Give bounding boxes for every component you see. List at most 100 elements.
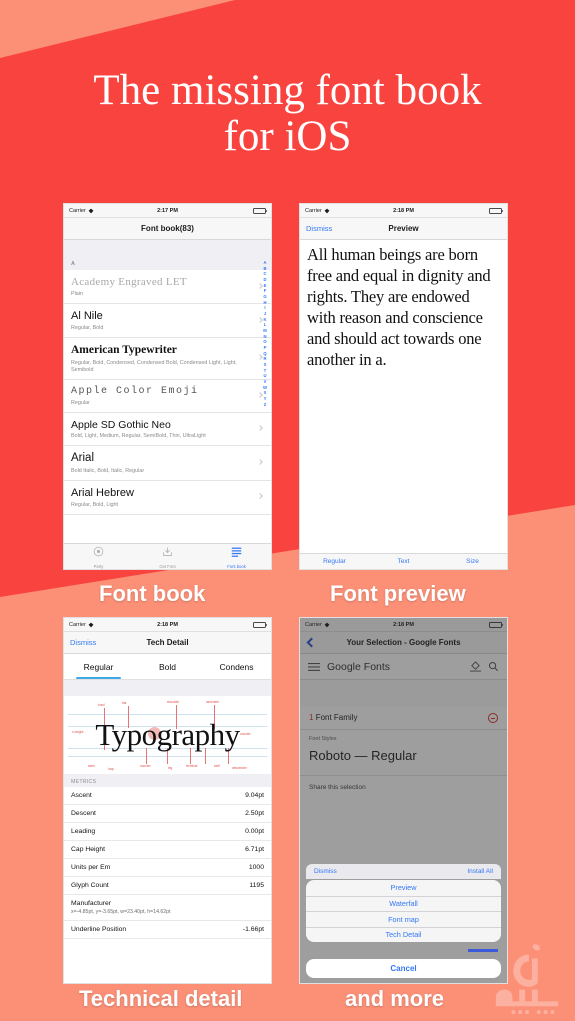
sheet-item-font-map[interactable]: Font map	[306, 911, 501, 927]
section-header-a: A	[64, 258, 271, 270]
nav-bar: Your Selection - Google Fonts	[300, 632, 507, 654]
metric-row: Glyph Count 1195	[64, 877, 271, 895]
tab-font-book[interactable]: Font book	[202, 544, 271, 569]
google-fonts-header: Google Fonts	[300, 654, 507, 680]
battery-icon	[253, 207, 268, 214]
caption-and-more: and more	[345, 986, 445, 1011]
metric-value: 1000	[248, 864, 264, 871]
hamburger-menu-icon[interactable]	[308, 662, 320, 672]
share-selection-label: Share this selection	[300, 775, 507, 795]
font-name: Apple SD Gothic Neo	[71, 418, 171, 431]
metric-row: Cap Height 6.71pt	[64, 841, 271, 859]
status-bar: Carrier 2:18 PM	[64, 618, 271, 632]
preview-text: All human beings are born free and equal…	[307, 245, 491, 369]
font-styles: Bold Italic, Bold, Italic, Regular	[71, 467, 145, 474]
tab-get-font[interactable]: Get Font	[133, 544, 202, 569]
status-bar: Carrier 2:18 PM	[300, 204, 507, 218]
metric-value: 2.50pt	[245, 810, 264, 817]
action-sheet[interactable]: Preview Waterfall Font map Tech Detail	[306, 880, 501, 942]
nav-bar: Dismiss Preview	[300, 218, 507, 240]
chevron-right-icon	[257, 424, 263, 431]
font-list-row[interactable]: Apple SD Gothic Neo Bold, Light, Medium, …	[64, 413, 271, 446]
metric-label: Units per Em	[71, 864, 111, 871]
tab-bar[interactable]: Party Get Font Font book	[64, 543, 271, 569]
font-styles: Plain	[71, 291, 83, 298]
style-tab-regular[interactable]: Regular	[64, 654, 133, 679]
sheet-item-preview[interactable]: Preview	[306, 880, 501, 896]
install-all-button[interactable]: Install All	[467, 868, 493, 875]
carrier-label: Carrier	[69, 207, 86, 214]
status-bar: Carrier 2:17 PM	[64, 204, 271, 218]
chevron-right-icon	[257, 493, 263, 499]
action-sheet-toolbar: Dismiss Install All	[306, 864, 501, 879]
font-styles: Regular, Bold	[71, 325, 104, 332]
wifi-icon	[88, 208, 94, 213]
dismiss-button[interactable]: Dismiss	[306, 224, 332, 233]
font-list-row[interactable]: Arial Bold Italic, Bold, Italic, Regular	[64, 446, 271, 481]
arabic-apple-logo-watermark	[495, 944, 559, 1015]
metric-row: Descent 2.50pt	[64, 805, 271, 823]
phone-mockup-font-book: Carrier 2:17 PM Font book(83) A Academy …	[63, 203, 272, 570]
sheet-item-waterfall[interactable]: Waterfall	[306, 895, 501, 912]
font-name: Arial Hebrew	[71, 486, 134, 499]
font-list-row[interactable]: American Typewriter Regular, Bold, Conden…	[64, 338, 271, 380]
metric-label: Ascent	[71, 792, 92, 799]
font-list-row[interactable]: Al Nile Regular, Bold	[64, 304, 271, 339]
specimen-word: Typography	[95, 717, 240, 752]
carrier-label: Carrier	[305, 207, 322, 214]
font-family-row[interactable]: 1 Font Family	[300, 706, 507, 730]
style-tabs[interactable]: Regular Bold Condens	[64, 654, 271, 680]
carrier-label: Carrier	[305, 621, 322, 628]
dismiss-button[interactable]: Dismiss	[314, 868, 337, 875]
style-tab-bold[interactable]: Bold	[133, 654, 202, 679]
font-family-label: Font Family	[315, 713, 358, 722]
status-bar: Carrier 2:18 PM	[300, 618, 507, 632]
font-list-row[interactable]: Apple Color Emoji Regular	[64, 380, 271, 413]
caption-font-preview: Font preview	[330, 581, 466, 606]
preview-option-size[interactable]: Size	[438, 558, 507, 565]
preview-option-text[interactable]: Text	[369, 558, 438, 565]
font-styles: Regular, Bold, Condensed, Condensed Bold…	[71, 359, 237, 373]
font-list-row[interactable]: Arial Hebrew Regular, Bold, Light	[64, 481, 271, 515]
font-styles-label: Font Styles	[309, 736, 337, 742]
font-list-row[interactable]: Academy Engraved LET Plain	[64, 270, 271, 305]
metric-value: 1195	[249, 882, 264, 889]
list-lines-icon	[231, 544, 242, 562]
preview-option-regular[interactable]: Regular	[300, 558, 369, 565]
font-styles: Regular	[71, 399, 90, 406]
status-time: 2:18 PM	[157, 621, 178, 628]
metric-row: Ascent 9.04pt	[64, 787, 271, 805]
font-list[interactable]: Academy Engraved LET Plain Al Nile Regular,…	[64, 270, 271, 515]
manufacturer-bounds: x=-4.85pt, y=-3.65pt, w=23.40pt, h=14.62…	[71, 908, 171, 915]
tab-party[interactable]: Party	[64, 544, 133, 569]
cancel-button[interactable]: Cancel	[306, 959, 501, 978]
wifi-icon	[324, 208, 330, 213]
font-name: Academy Engraved LET	[71, 276, 187, 288]
status-time: 2:18 PM	[393, 207, 414, 214]
search-icon[interactable]	[488, 661, 499, 672]
download-tray-icon	[162, 544, 173, 562]
dismiss-button[interactable]: Dismiss	[70, 638, 96, 647]
paint-bucket-icon[interactable]	[470, 661, 481, 672]
style-tab-condens[interactable]: Condens	[202, 654, 271, 679]
alphabet-index[interactable]: ABCDEFGHIJKLMNOPQRSTUVWXYZ	[261, 260, 269, 407]
metric-value: 9.04pt	[245, 792, 264, 799]
font-name: American Typewriter	[71, 344, 177, 357]
metric-label: Cap Height	[71, 846, 106, 853]
preview-toolbar[interactable]: Regular Text Size	[300, 553, 507, 569]
index-letter[interactable]: Z	[264, 402, 267, 408]
font-styles: Bold, Light, Medium, Regular, SemiBold, …	[71, 433, 206, 440]
phone-mockup-and-more: Carrier 2:18 PM Your Selection - Google …	[299, 617, 508, 984]
battery-icon	[489, 207, 504, 214]
circle-icon	[93, 544, 104, 562]
metric-label: Glyph Count	[71, 882, 109, 889]
nav-bar: Font book(83)	[64, 218, 271, 240]
chevron-right-icon	[257, 458, 263, 465]
font-name: Apple Color Emoji	[71, 385, 199, 397]
caption-technical-detail: Technical detail	[79, 986, 243, 1011]
google-fonts-band	[300, 680, 507, 706]
sheet-item-tech-detail[interactable]: Tech Detail	[306, 926, 501, 943]
font-styles: Regular, Bold, Light	[71, 501, 119, 508]
minus-circle-icon[interactable]	[488, 712, 498, 723]
manufacturer-row: Manufacturer x=-4.85pt, y=-3.65pt, w=23.4…	[64, 895, 271, 921]
